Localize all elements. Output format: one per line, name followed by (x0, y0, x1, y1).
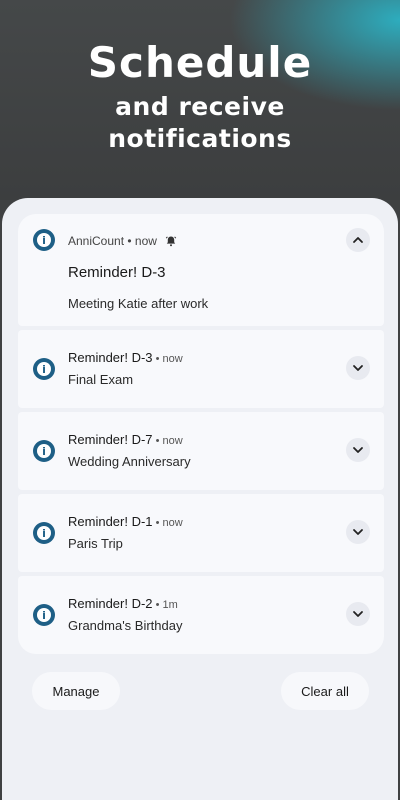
expand-button[interactable] (346, 520, 370, 544)
expand-button[interactable] (346, 438, 370, 462)
notification-title: Reminder! D-2 • 1m (68, 596, 178, 611)
notification-time: now (134, 234, 157, 248)
notification-card-expanded[interactable]: i AnniCount • now Reminder! D-3 Meeting … (18, 214, 384, 326)
notification-card[interactable]: i Reminder! D-2 • 1m Grandma's Birthday (18, 576, 384, 654)
expand-button[interactable] (346, 602, 370, 626)
info-icon: i (33, 522, 55, 544)
notification-body: Wedding Anniversary (68, 454, 191, 469)
notification-card[interactable]: i Reminder! D-1 • now Paris Trip (18, 494, 384, 572)
notification-title: Reminder! D-3 • now (68, 350, 183, 365)
alarm-bell-icon (165, 236, 177, 247)
notification-body: Meeting Katie after work (68, 296, 209, 311)
chevron-down-icon (353, 365, 363, 371)
chevron-down-icon (353, 611, 363, 617)
notification-body: Paris Trip (68, 536, 123, 551)
notification-body: Grandma's Birthday (68, 618, 183, 633)
info-icon: i (33, 229, 55, 251)
notification-body: Final Exam (68, 372, 134, 387)
hero-subtitle-line2: notifications (108, 124, 292, 153)
hero-title: Schedule (87, 38, 313, 87)
notification-title: Reminder! D-3 (68, 264, 166, 281)
clear-all-button[interactable]: Clear all (281, 672, 369, 710)
chevron-up-icon (353, 237, 363, 243)
info-icon: i (33, 604, 55, 626)
app-name: AnniCount (68, 234, 125, 248)
hero-banner: Schedule and receive notifications (0, 0, 400, 200)
separator-dot: • (124, 234, 135, 248)
notification-title: Reminder! D-1 • now (68, 514, 183, 529)
manage-button[interactable]: Manage (32, 672, 120, 710)
info-icon: i (33, 358, 55, 380)
chevron-down-icon (353, 529, 363, 535)
collapse-button[interactable] (346, 228, 370, 252)
expand-button[interactable] (346, 356, 370, 380)
notification-header: AnniCount • now (68, 234, 177, 248)
notification-title: Reminder! D-7 • now (68, 432, 183, 447)
notification-card[interactable]: i Reminder! D-7 • now Wedding Anniversar… (18, 412, 384, 490)
notification-card[interactable]: i Reminder! D-3 • now Final Exam (18, 330, 384, 408)
hero-subtitle-line1: and receive (115, 92, 285, 121)
info-icon: i (33, 440, 55, 462)
chevron-down-icon (353, 447, 363, 453)
notification-panel: i AnniCount • now Reminder! D-3 Meeting … (2, 198, 398, 800)
